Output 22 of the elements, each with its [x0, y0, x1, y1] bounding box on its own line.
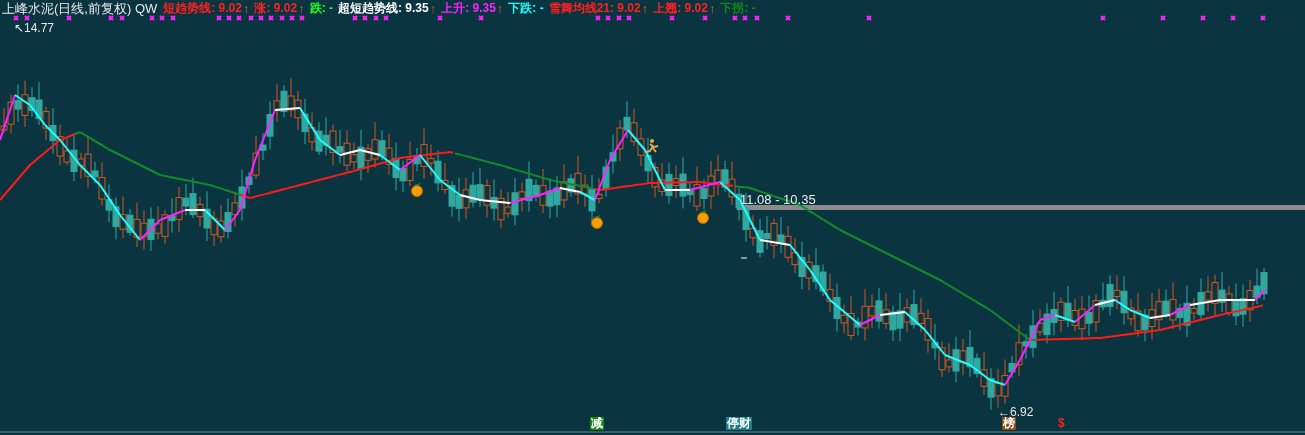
signal-tag: 榜 [1002, 417, 1016, 430]
trend-arrow: ↑ [242, 0, 250, 17]
legend-item: 下拐: - [720, 0, 756, 17]
trend-arrow: ↑ [429, 0, 437, 17]
legend-item: 雪舞均线21: 9.02 [548, 0, 641, 17]
legend-item: 短趋势线: 9.02 [163, 0, 242, 17]
legend-item: 超短趋势线: 9.35 [337, 0, 429, 17]
high-price-label: ↖14.77 [14, 20, 55, 37]
legend-item: 上升: 9.35 [441, 0, 496, 17]
signal-tag: $ [1057, 417, 1066, 430]
trend-arrow: ↑ [708, 0, 716, 17]
legend-item: 下跌: - [508, 0, 544, 17]
signal-tag: 停财 [726, 417, 752, 430]
range-label: 11.08 - 10.35 [740, 191, 816, 209]
legend-item: 上翘: 9.02 [653, 0, 708, 17]
chart-title: 上峰水泥(日线,前复权) QW [2, 0, 158, 17]
legend-item: 涨: 9.02 [254, 0, 298, 17]
legend-item: 跌: - [309, 0, 333, 17]
trend-arrow: ↑ [298, 0, 305, 17]
signal-tag: 减 [590, 417, 604, 430]
trend-arrow: ↑ [496, 0, 504, 17]
trend-arrow: ↑ [641, 0, 649, 17]
